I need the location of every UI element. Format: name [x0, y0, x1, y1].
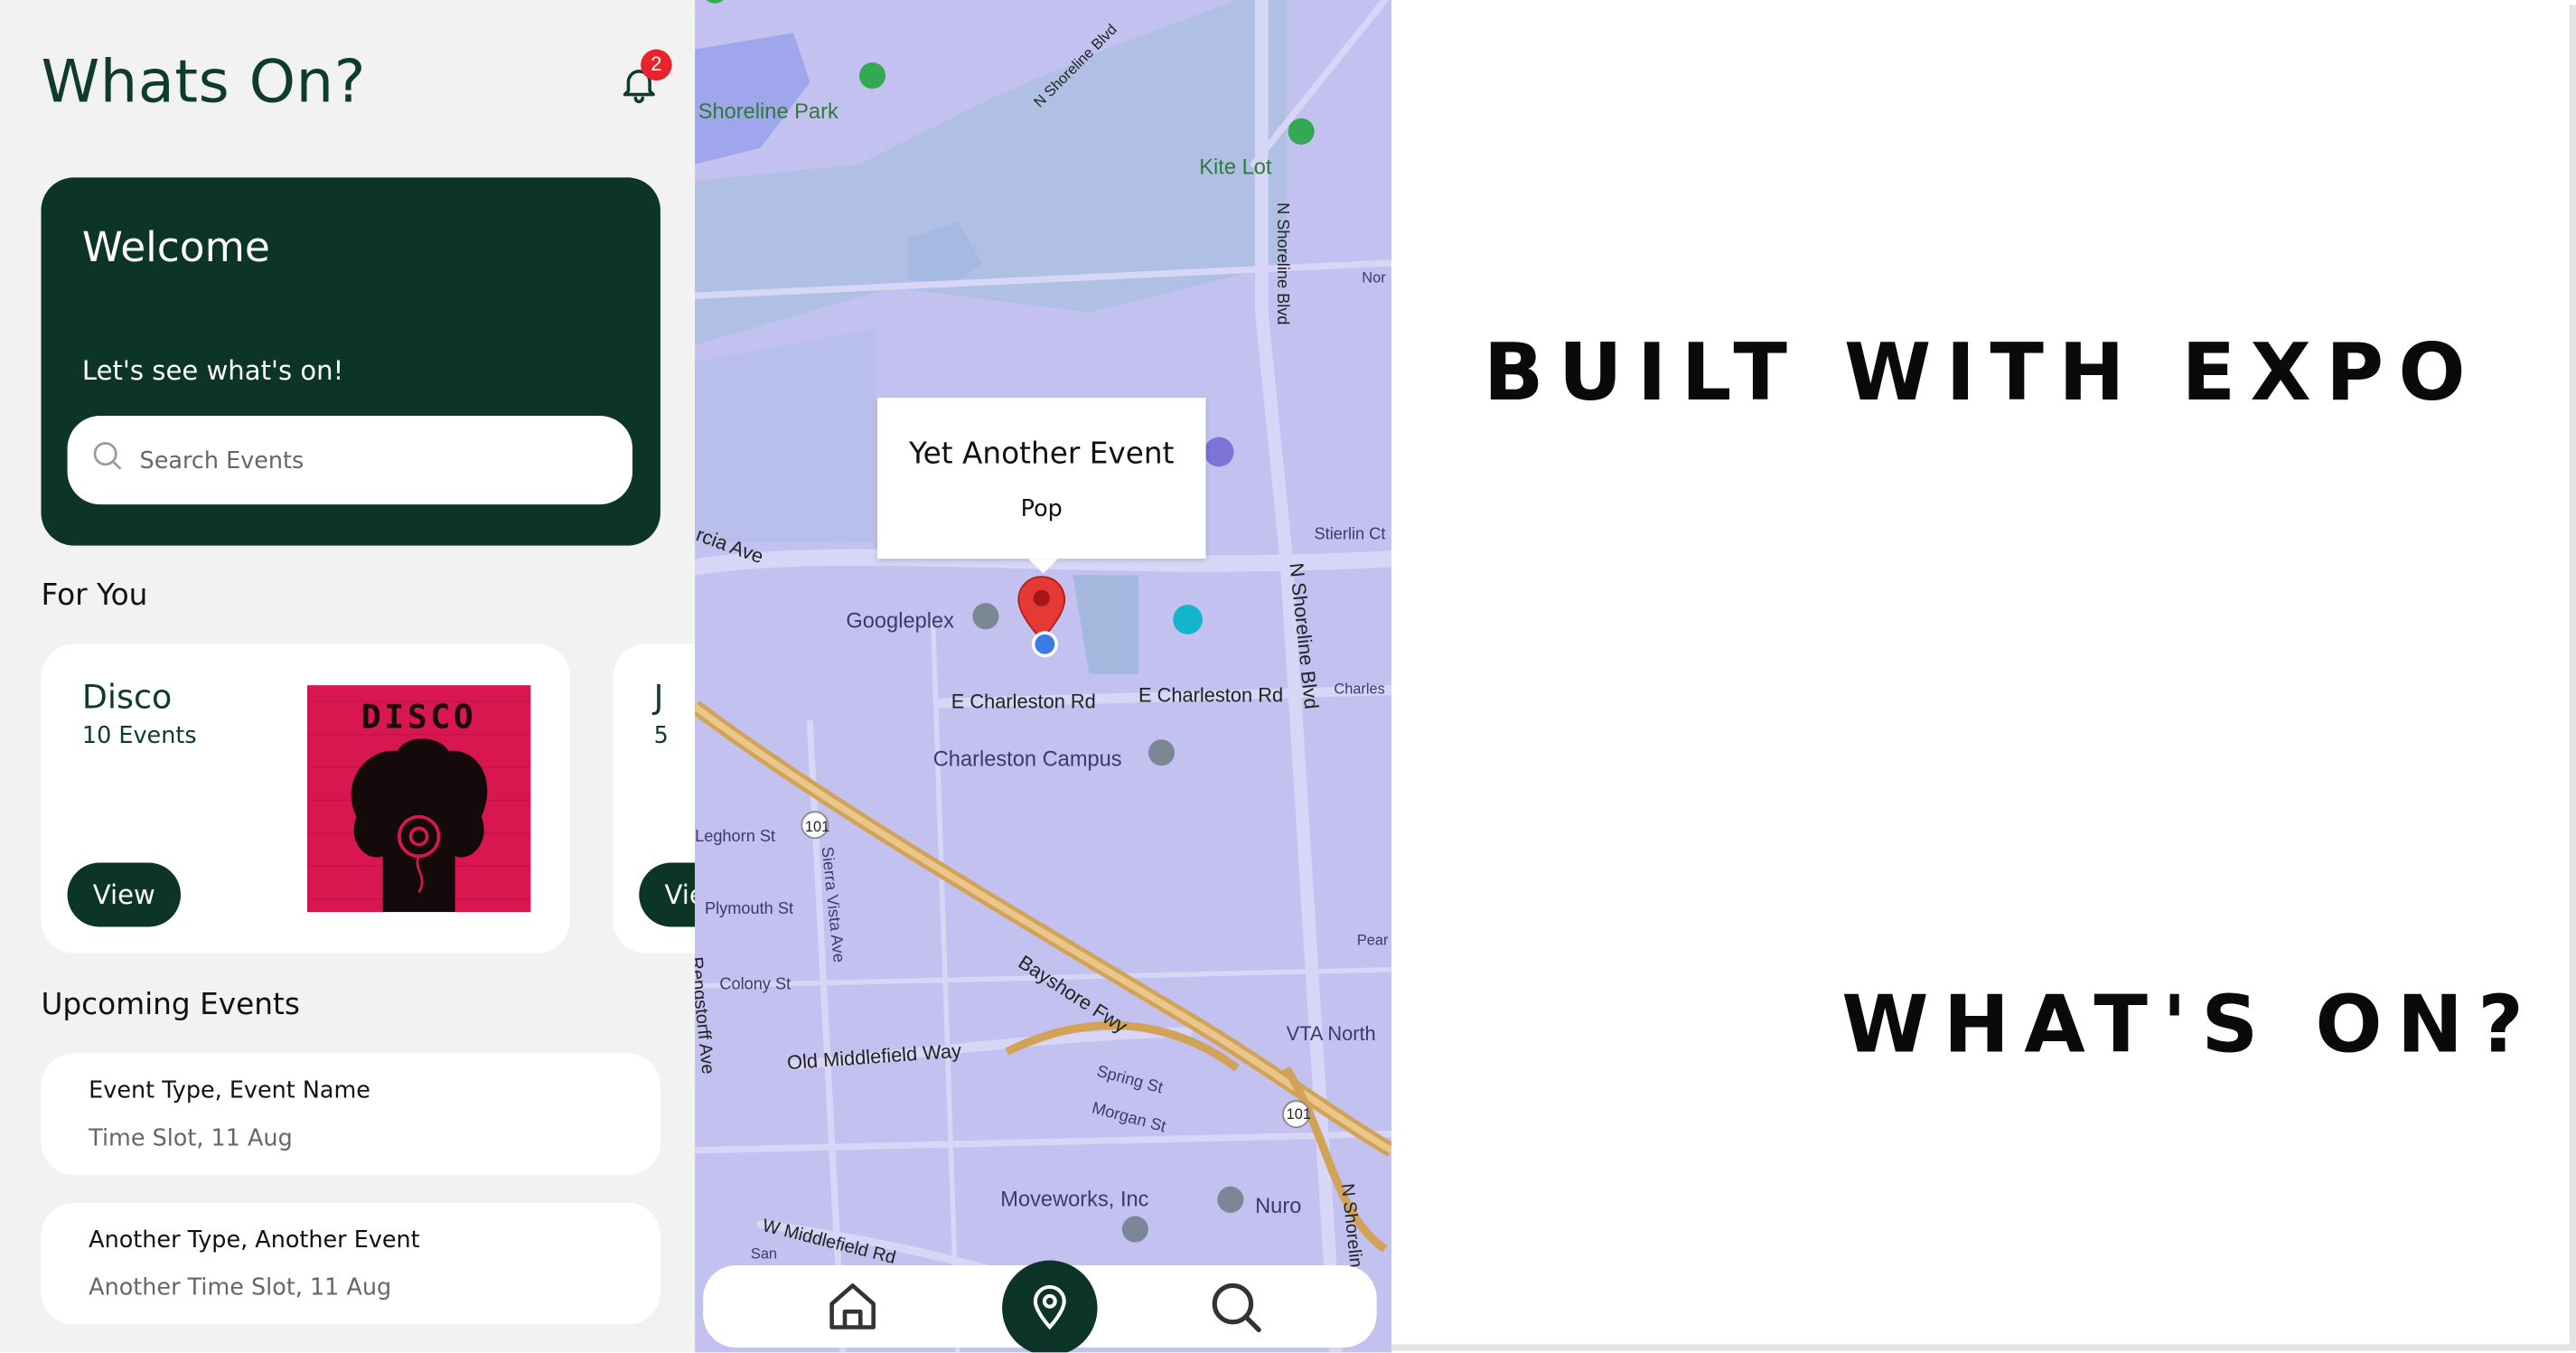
search-icon — [93, 442, 122, 470]
map-label: Stierlin Ct — [1314, 525, 1386, 544]
disco-cover-text: DISCO — [361, 697, 477, 736]
event-list-item[interactable]: Another Type, Another Event Another Time… — [41, 1202, 660, 1325]
map-label: 101 — [1286, 1105, 1311, 1123]
map-label: Leghorn St — [695, 828, 776, 847]
map-label: Kite Lot — [1199, 154, 1272, 180]
event-time: Time Slot, 11 Aug — [89, 1125, 293, 1152]
notification-badge: 2 — [641, 49, 672, 81]
tab-map[interactable] — [1002, 1260, 1098, 1353]
category-name: J — [653, 677, 664, 717]
map-label: VTA North — [1286, 1021, 1376, 1046]
map-label: 101 — [804, 818, 830, 835]
category-card-disco[interactable]: Disco 10 Events View DISCO — [41, 644, 570, 954]
home-screen: Whats On? 2 Welcome Let's see what's on!… — [0, 0, 696, 1353]
event-callout[interactable]: Yet Another Event Pop — [876, 398, 1206, 559]
welcome-card: Welcome Let's see what's on! — [41, 177, 660, 546]
callout-tail — [1028, 559, 1058, 574]
category-count: 5 — [653, 723, 669, 750]
bottom-tab-bar — [703, 1260, 1377, 1353]
map-label: Nor — [1362, 269, 1386, 287]
map-label: Moveworks, Inc — [1000, 1186, 1149, 1212]
map-label: Colony St — [719, 976, 792, 995]
map-label: San — [750, 1245, 778, 1263]
map-view[interactable]: Shoreline Park Kite Lot Googleplex Charl… — [695, 0, 1392, 1353]
current-location-dot — [1031, 631, 1058, 658]
map-label: Googleplex — [846, 607, 954, 634]
search-bar[interactable] — [67, 416, 633, 505]
map-label: Shoreline Park — [698, 99, 838, 124]
category-count: 10 Events — [81, 723, 197, 750]
category-card-second[interactable]: J 5 View — [613, 644, 696, 954]
callout-title: Yet Another Event — [908, 437, 1175, 472]
welcome-subtitle: Let's see what's on! — [81, 354, 344, 387]
promo-panel: BUILT WITH EXPO WHAT'S ON? — [1391, 5, 2576, 1351]
map-label: Nuro — [1255, 1193, 1302, 1218]
map-label: E Charleston Rd — [951, 690, 1096, 714]
home-icon[interactable] — [821, 1275, 884, 1338]
app-title: Whats On? — [41, 49, 367, 117]
disco-cover-image: DISCO — [307, 685, 531, 913]
map-label: N Shoreline Blvd — [1272, 202, 1291, 325]
for-you-heading: For You — [41, 578, 148, 614]
map-label: Charles — [1334, 680, 1385, 697]
map-label: E Charleston Rd — [1138, 683, 1284, 707]
welcome-title: Welcome — [81, 223, 270, 272]
promo-line-built-with-expo: BUILT WITH EXPO — [1483, 326, 2480, 419]
upcoming-events-heading: Upcoming Events — [41, 987, 300, 1022]
map-label: Pear — [1356, 931, 1389, 949]
search-icon[interactable] — [1204, 1275, 1267, 1338]
map-label: Plymouth St — [705, 900, 794, 919]
view-button[interactable]: View — [67, 862, 182, 927]
event-name: Event Type, Event Name — [89, 1077, 370, 1104]
event-time: Another Time Slot, 11 Aug — [89, 1274, 392, 1302]
category-name: Disco — [81, 677, 173, 717]
event-name: Another Type, Another Event — [89, 1227, 420, 1254]
event-list-item[interactable]: Event Type, Event Name Time Slot, 11 Aug — [41, 1053, 660, 1176]
view-button[interactable]: View — [639, 862, 696, 927]
search-events-input[interactable] — [136, 435, 620, 489]
map-label: Charleston Campus — [932, 746, 1122, 771]
promo-line-whats-on: WHAT'S ON? — [1841, 979, 2539, 1072]
map-pin-icon — [1033, 1284, 1066, 1330]
callout-subtitle: Pop — [1020, 496, 1063, 523]
